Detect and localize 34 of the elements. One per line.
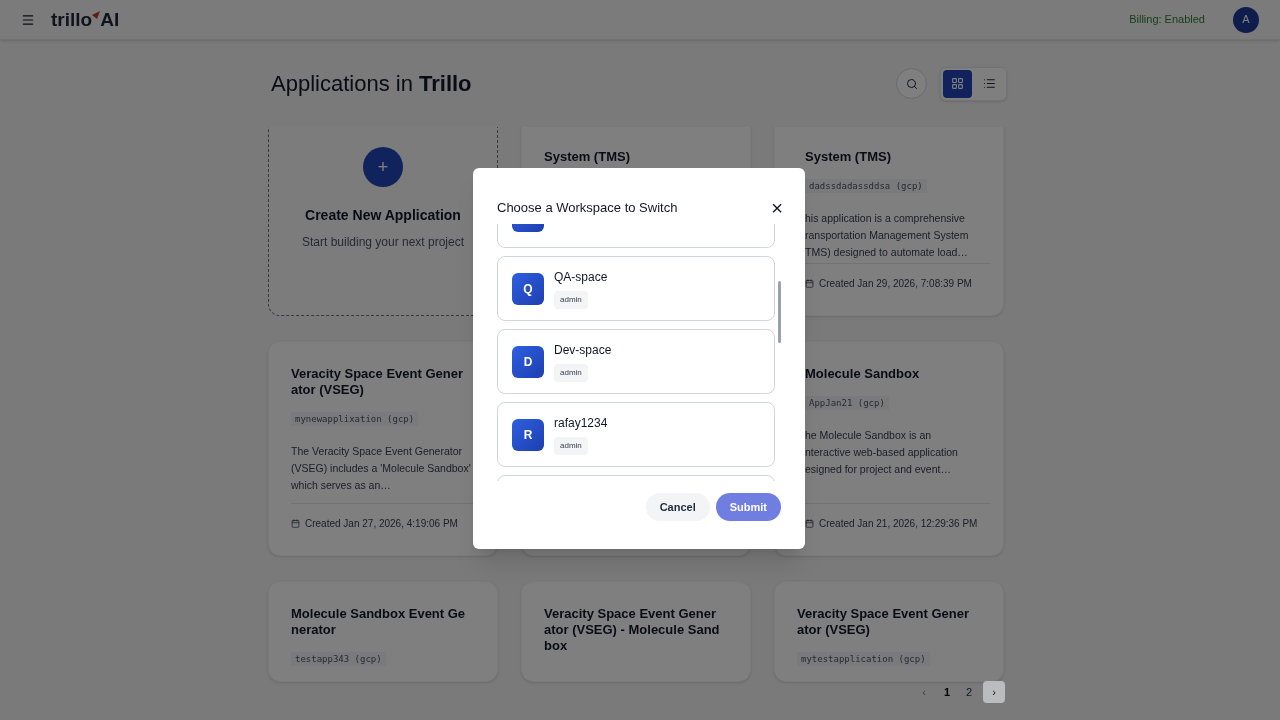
logo-text: trillo <box>51 10 93 29</box>
app-code: mynewapplixation (gcp) <box>291 412 419 426</box>
app-title: System (TMS) <box>544 149 631 165</box>
app-title: Veracity Space Event Gener ator (VSEG) <box>291 366 464 398</box>
workspace-avatar: Q <box>512 272 544 305</box>
billing-status: Billing: Enabled <box>1129 12 1205 28</box>
app-title: Veracity Space Event Gener ator (VSEG) - Molecule Sand box <box>544 606 721 654</box>
app-code: AppJan21 (gcp) <box>805 396 889 410</box>
create-title: Create New Application <box>305 206 461 225</box>
dialog-title: Choose a Workspace to Switch <box>497 199 678 218</box>
workspace-name: Dev-space <box>554 342 612 359</box>
app-code: mytestapplication (gcp) <box>797 652 930 666</box>
created-date: Created Jan 27, 2026, 4:19:06 PM <box>305 517 458 531</box>
created-date: Created Jan 21, 2026, 12:29:36 PM <box>819 517 978 531</box>
role-badge: admin <box>554 364 588 382</box>
workspace-avatar: R <box>512 418 544 451</box>
role-badge: admin <box>554 291 588 309</box>
app-code: dadssdadassddsa (gcp) <box>805 179 927 193</box>
app-title: Veracity Space Event Gener ator (VSEG) <box>797 606 970 638</box>
workspace-name: QA-space <box>554 269 608 286</box>
created-date: Created Jan 29, 2026, 7:08:39 PM <box>819 277 972 291</box>
workspace-name: rafay1234 <box>554 415 608 432</box>
app-title: Molecule Sandbox Event Ge nerator <box>291 606 467 638</box>
app-title: System (TMS) <box>805 149 892 165</box>
app-description: The Veracity Space Event Generator (VSEG) includes a 'Molecule Sandbox' which serves as an… <box>291 444 472 493</box>
page-title: Applications in Trillo <box>271 70 472 98</box>
logo-text: AI <box>100 10 120 29</box>
create-subtitle: Start building your next project <box>301 234 465 251</box>
app-title: Molecule Sandbox <box>805 366 921 382</box>
workspace-avatar: D <box>512 345 544 378</box>
app-code: testapp343 (gcp) <box>291 652 386 666</box>
app-description: his application is a comprehensive ransportation Management System TMS) designed to automate load… <box>805 211 970 260</box>
role-badge: admin <box>554 437 588 455</box>
app-description: he Molecule Sandbox is an nteractive web-based application esigned for project and event… <box>805 428 959 477</box>
